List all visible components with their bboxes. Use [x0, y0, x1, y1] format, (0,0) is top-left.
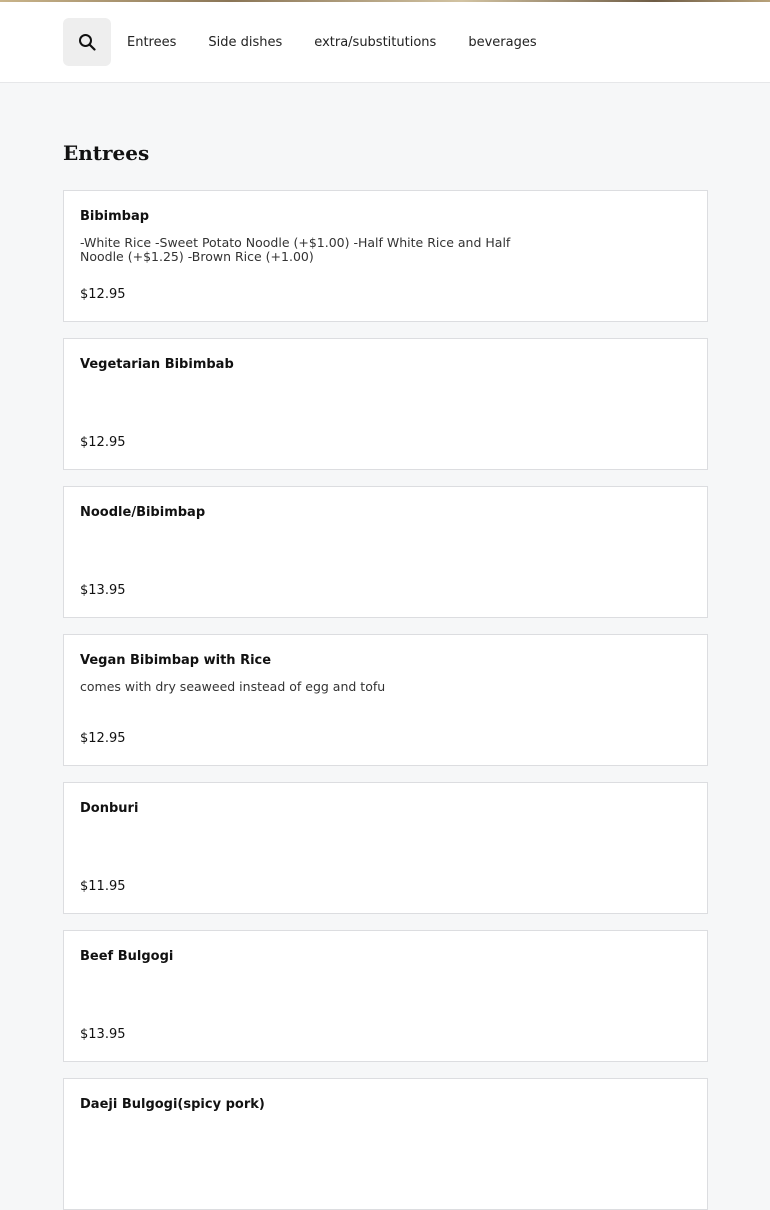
tab-beverages[interactable]: beverages [468, 35, 536, 50]
menu-item-name: Donburi [80, 801, 139, 816]
tab-side-dishes[interactable]: Side dishes [208, 35, 282, 50]
menu-item-price: $12.95 [80, 287, 126, 302]
menu-item-name: Vegan Bibimbap with Rice [80, 653, 272, 668]
menu-item-price: $12.95 [80, 731, 126, 746]
menu-item-name: Daeji Bulgogi(spicy pork) [80, 1097, 265, 1112]
section-title: Entrees [63, 141, 150, 165]
category-nav-bar: Entrees Side dishes extra/substitutions … [0, 2, 770, 83]
menu-item-price: $13.95 [80, 1027, 126, 1042]
menu-item-price: $13.95 [80, 583, 126, 598]
menu-item-card[interactable]: Noodle/Bibimbap $13.95 [63, 486, 708, 618]
menu-item-description: comes with dry seaweed instead of egg an… [80, 679, 386, 694]
menu-item-card[interactable]: Vegetarian Bibimbab $12.95 [63, 338, 708, 470]
search-button[interactable] [63, 18, 111, 66]
tab-extra-substitutions[interactable]: extra/substitutions [314, 35, 436, 50]
search-icon [79, 34, 96, 51]
menu-item-price: $11.95 [80, 879, 126, 894]
tab-entrees[interactable]: Entrees [127, 35, 176, 50]
menu-item-card[interactable]: Bibimbap -White Rice -Sweet Potato Noodl… [63, 190, 708, 322]
menu-item-price: $12.95 [80, 435, 126, 450]
menu-item-name: Vegetarian Bibimbab [80, 357, 234, 372]
menu-item-card[interactable]: Vegan Bibimbap with Rice comes with dry … [63, 634, 708, 766]
menu-item-card[interactable]: Beef Bulgogi $13.95 [63, 930, 708, 1062]
menu-item-name: Noodle/Bibimbap [80, 505, 206, 520]
menu-item-name: Beef Bulgogi [80, 949, 174, 964]
menu-item-description: -White Rice -Sweet Potato Noodle (+$1.00… [80, 235, 511, 264]
category-tabs: Entrees Side dishes extra/substitutions … [127, 2, 569, 82]
menu-item-name: Bibimbap [80, 209, 150, 224]
menu-item-card[interactable]: Donburi $11.95 [63, 782, 708, 914]
menu-item-card[interactable]: Daeji Bulgogi(spicy pork) [63, 1078, 708, 1210]
